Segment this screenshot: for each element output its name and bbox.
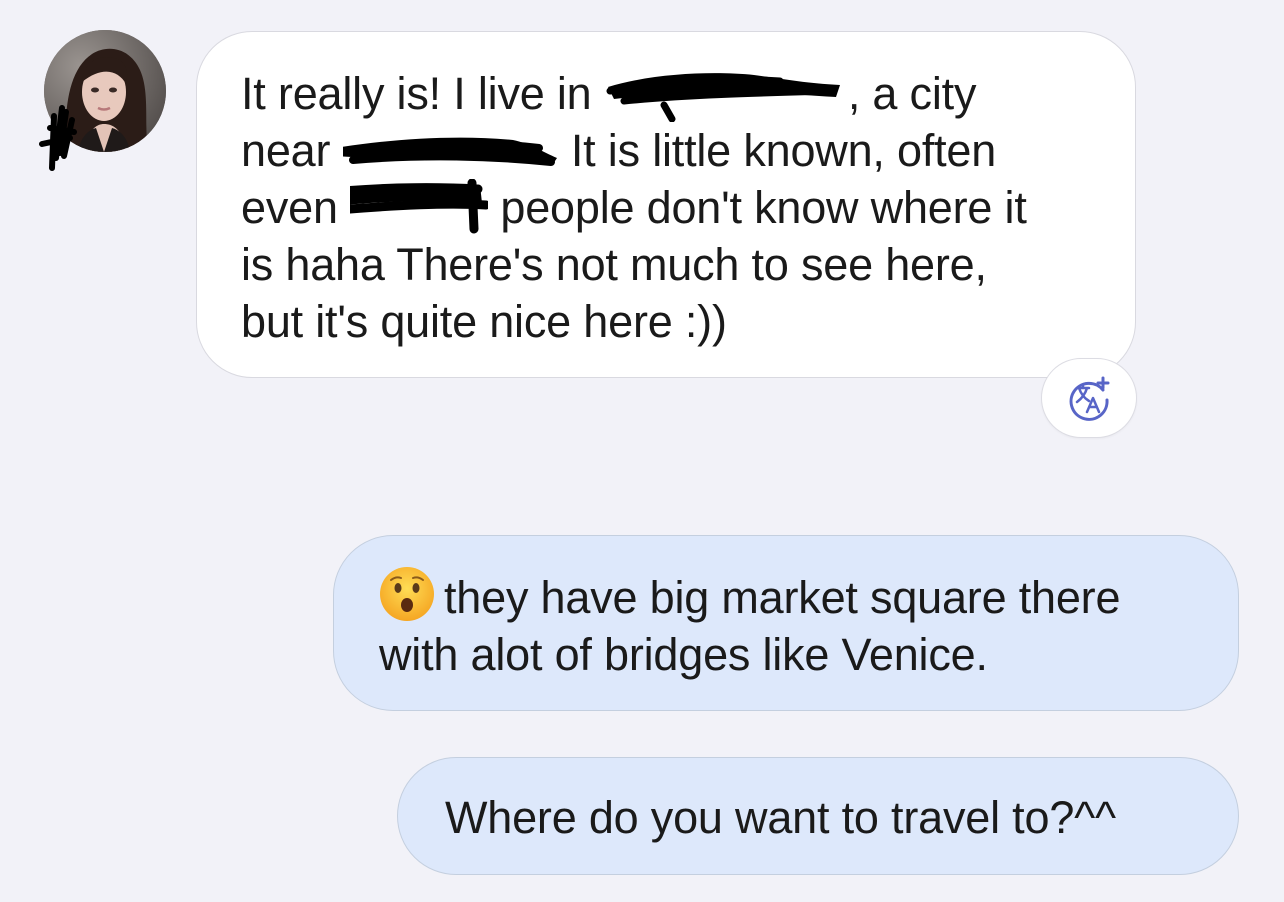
redaction-scribble xyxy=(39,105,77,171)
message-line: but it's quite nice here :)) xyxy=(241,296,727,347)
outgoing-message-bubble[interactable]: Where do you want to travel to?^^ xyxy=(397,757,1239,875)
message-line: with alot of bridges like Venice. xyxy=(379,629,988,680)
incoming-message-bubble[interactable]: It really is! I live in , a city near It… xyxy=(196,31,1136,378)
message-line: It really is! I live in , a city xyxy=(241,65,1095,122)
outgoing-message-bubble[interactable]: they have big market square there with a… xyxy=(333,535,1239,711)
translate-button[interactable] xyxy=(1041,358,1137,438)
message-line: near It is little known, often xyxy=(241,122,1095,179)
translate-icon xyxy=(1069,376,1110,421)
message-line: they have big market square there xyxy=(379,566,1198,626)
chat-thread: It really is! I live in , a city near It… xyxy=(0,0,1284,902)
redaction-mark xyxy=(604,65,848,122)
message-line: even people don't know where it xyxy=(241,179,1095,236)
message-line: is haha There's not much to see here, xyxy=(241,239,987,290)
message-line: Where do you want to travel to?^^ xyxy=(445,792,1116,843)
redaction-mark xyxy=(350,179,489,236)
redaction-mark xyxy=(342,122,559,179)
hushed-face-emoji xyxy=(380,567,434,621)
